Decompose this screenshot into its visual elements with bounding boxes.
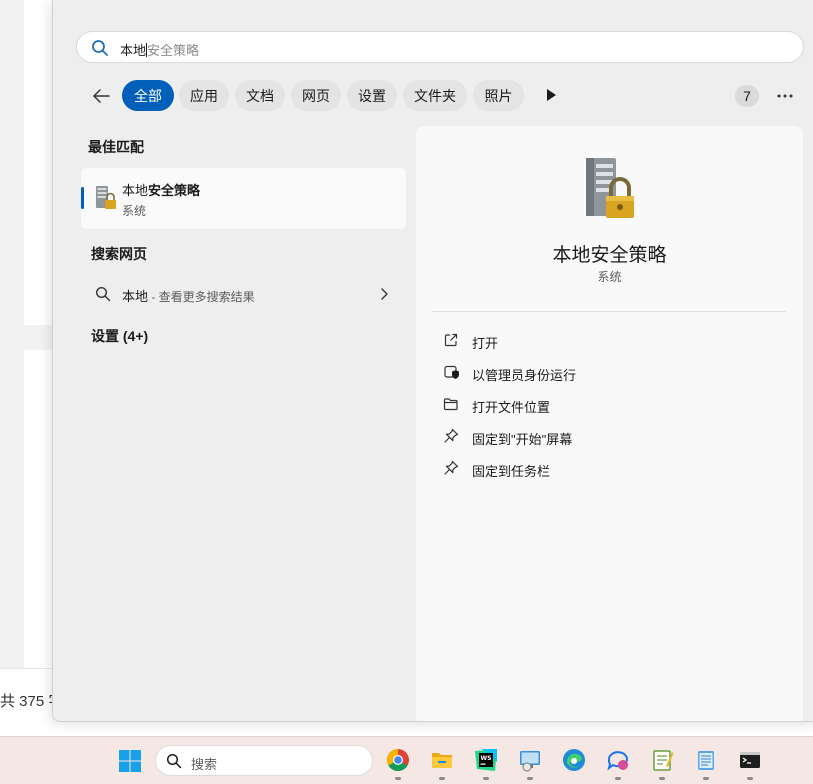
run-as-admin-action[interactable]: 以管理员身份运行 — [432, 357, 786, 387]
taskbar-notepad-plus-plus[interactable] — [644, 744, 680, 780]
admin-shield-icon — [444, 365, 459, 379]
action-label: 打开文件位置 — [472, 400, 551, 415]
detail-subtitle: 系统 — [597, 270, 622, 284]
taskbar-remote-desktop[interactable] — [512, 744, 548, 780]
selection-indicator — [81, 187, 84, 209]
running-indicator — [439, 777, 445, 780]
search-icon — [92, 40, 108, 56]
search-suggestion-text: 安全策略 — [147, 43, 200, 58]
terminal-icon — [740, 752, 760, 768]
action-label: 以管理员身份运行 — [472, 368, 577, 383]
taskbar-search-box[interactable]: 搜索 — [155, 745, 373, 776]
settings-heading[interactable]: 设置 (4+) — [91, 326, 148, 346]
taskbar-edge[interactable] — [556, 744, 592, 780]
running-indicator — [615, 777, 621, 780]
chrome-icon — [387, 749, 409, 771]
more-options-icon[interactable] — [775, 86, 795, 106]
search-typed-text: 本地 — [120, 43, 147, 58]
taskbar-webstorm[interactable]: WS — [468, 744, 504, 780]
best-match-type: 系统 — [122, 204, 147, 218]
edge-icon — [563, 749, 585, 771]
search-icon — [95, 286, 111, 302]
action-label: 固定到"开始"屏幕 — [472, 432, 573, 447]
tab-photos[interactable]: 照片 — [473, 80, 524, 111]
play-icon[interactable] — [543, 87, 559, 103]
taskbar-file-explorer[interactable] — [424, 744, 460, 780]
open-external-icon — [444, 333, 458, 347]
folder-icon — [443, 398, 458, 411]
web-search-heading: 搜索网页 — [91, 246, 147, 262]
action-label: 固定到任务栏 — [472, 464, 551, 479]
web-search-result[interactable]: 本地 - 查看更多搜索结果 — [81, 276, 406, 312]
running-indicator — [703, 777, 709, 780]
best-match-heading: 最佳匹配 — [88, 139, 144, 155]
notepad-plus-plus-icon — [653, 750, 674, 771]
taskbar-chrome[interactable] — [380, 744, 416, 780]
taskbar-search-placeholder: 搜索 — [191, 757, 218, 772]
running-indicator — [395, 777, 401, 780]
server-lock-icon — [96, 186, 116, 209]
pin-to-taskbar-action[interactable]: 固定到任务栏 — [432, 453, 786, 483]
best-match-result[interactable]: 本地安全策略 系统 — [81, 168, 406, 229]
tab-apps[interactable]: 应用 — [179, 80, 229, 111]
search-query[interactable]: 本地安全策略 — [120, 40, 199, 59]
pin-icon — [444, 428, 459, 443]
tab-documents[interactable]: 文档 — [235, 80, 285, 111]
rewards-count-badge[interactable]: 7 — [735, 85, 759, 107]
windows-logo-icon — [119, 750, 141, 772]
result-detail-pane: 本地安全策略 系统 打开 以管理员身份运行 打开文件位置 固定到"开始"屏幕 固… — [416, 126, 803, 721]
start-button[interactable] — [112, 743, 148, 779]
pin-to-start-action[interactable]: 固定到"开始"屏幕 — [432, 421, 786, 451]
tab-folders[interactable]: 文件夹 — [403, 80, 467, 111]
search-panel: 本地安全策略 全部 应用 文档 网页 设置 文件夹 照片 7 最佳匹配 本地安全… — [52, 0, 813, 722]
chevron-right-icon — [381, 288, 388, 300]
search-icon — [166, 753, 182, 769]
file-explorer-icon — [432, 753, 452, 768]
taskbar-notepad[interactable] — [688, 744, 724, 780]
back-arrow-icon[interactable] — [89, 84, 113, 108]
notepad-icon — [698, 751, 714, 770]
chat-icon — [607, 751, 628, 771]
open-file-location-action[interactable]: 打开文件位置 — [432, 389, 786, 419]
detail-title: 本地安全策略 — [552, 245, 667, 266]
svg-text:WS: WS — [481, 755, 492, 762]
tab-settings[interactable]: 设置 — [347, 80, 397, 111]
best-match-name: 本地安全策略 — [122, 183, 201, 198]
pin-icon — [444, 460, 459, 475]
remote-desktop-icon — [520, 751, 540, 772]
taskbar-chat[interactable] — [600, 744, 636, 780]
running-indicator — [747, 777, 753, 780]
running-indicator — [659, 777, 665, 780]
running-indicator — [527, 777, 533, 780]
webstorm-icon: WS — [475, 749, 497, 771]
divider — [432, 311, 786, 312]
web-search-label: 本地 - 查看更多搜索结果 — [122, 289, 255, 304]
taskbar-terminal[interactable] — [732, 744, 768, 780]
search-input[interactable]: 本地安全策略 — [76, 31, 804, 63]
running-indicator — [483, 777, 489, 780]
server-lock-icon — [586, 158, 634, 218]
tab-web[interactable]: 网页 — [291, 80, 341, 111]
action-label: 打开 — [472, 336, 499, 351]
open-action[interactable]: 打开 — [432, 325, 786, 355]
tab-all[interactable]: 全部 — [122, 80, 174, 111]
